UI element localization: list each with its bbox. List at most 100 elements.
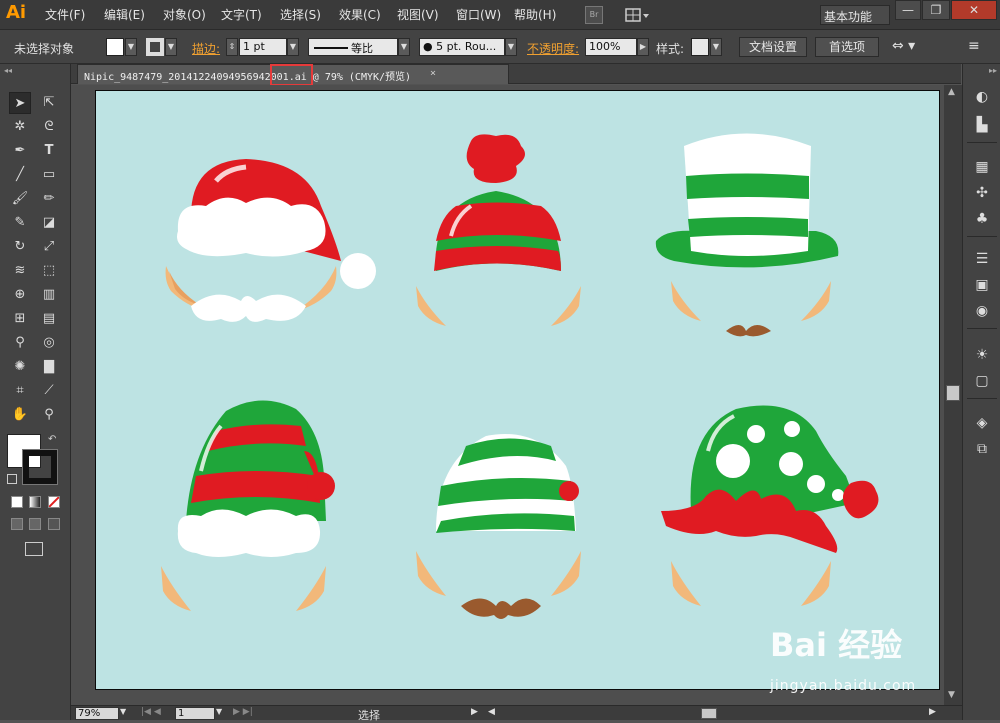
menu-view[interactable]: 视图(V)	[397, 6, 439, 23]
fill-swatch[interactable]	[106, 38, 124, 56]
rotate-icon[interactable]: ↻	[9, 236, 31, 258]
scale-icon[interactable]: ⤢	[38, 236, 60, 258]
perspective-grid-icon[interactable]: ▥	[38, 284, 60, 306]
menu-select[interactable]: 选择(S)	[280, 6, 321, 23]
gradient-icon[interactable]: ▤	[38, 308, 60, 330]
artboard-dropdown-icon[interactable]: ▼	[216, 707, 222, 716]
workspace-switcher[interactable]: 基本功能	[820, 5, 890, 25]
color-panel-icon[interactable]: ◐	[973, 88, 991, 106]
vertical-scroll-thumb[interactable]	[946, 385, 960, 401]
symbol-sprayer-icon[interactable]: ✺	[9, 356, 31, 378]
bridge-button[interactable]: Br	[585, 6, 603, 24]
gradient-mode-icon[interactable]	[29, 496, 41, 508]
direct-selection-icon[interactable]: ⇱	[38, 92, 60, 114]
status-menu-icon[interactable]: ▶	[471, 707, 478, 717]
transparency-icon[interactable]: ◉	[973, 302, 991, 320]
opacity-label[interactable]: 不透明度:	[527, 40, 579, 57]
color-guide-icon[interactable]: ▙	[973, 116, 991, 134]
stroke-swatch[interactable]	[146, 38, 164, 56]
blob-brush-icon[interactable]: ✎	[9, 212, 31, 234]
slice-icon[interactable]: ⟋	[38, 380, 60, 402]
profile-dropdown-icon[interactable]: ▼	[398, 38, 410, 56]
menu-effect[interactable]: 效果(C)	[339, 6, 381, 23]
magic-wand-icon[interactable]: ✲	[9, 116, 31, 138]
brush-definition-field[interactable]: ● 5 pt. Rou...	[419, 38, 505, 56]
scroll-up-icon[interactable]: ▲	[948, 87, 955, 97]
eyedropper-icon[interactable]: ⚲	[9, 332, 31, 354]
menu-object[interactable]: 对象(O)	[163, 6, 206, 23]
scroll-left-icon[interactable]: ◀	[488, 707, 495, 717]
pen-icon[interactable]: ✒	[9, 140, 31, 162]
menu-edit[interactable]: 编辑(E)	[104, 6, 145, 23]
expand-panels-icon[interactable]: ▸▸	[989, 66, 997, 75]
column-graph-icon[interactable]: ▇	[38, 356, 60, 378]
close-button[interactable]: ✕	[951, 0, 997, 20]
minimize-button[interactable]: —	[895, 0, 921, 20]
brush-dropdown-icon[interactable]: ▼	[505, 38, 517, 56]
collapse-tools-icon[interactable]: ◂◂	[4, 66, 12, 75]
symbols-icon[interactable]: ♣	[973, 210, 991, 228]
zoom-dropdown-icon[interactable]: ▼	[120, 707, 126, 716]
style-dropdown-icon[interactable]: ▼	[710, 38, 722, 56]
hand-icon[interactable]: ✋	[9, 404, 31, 426]
stroke-label[interactable]: 描边:	[192, 40, 220, 57]
next-artboard-icon[interactable]: ▶ ▶|	[233, 707, 253, 717]
draw-inside-icon[interactable]	[48, 518, 60, 530]
warp-icon[interactable]: ≋	[9, 260, 31, 282]
opacity-field[interactable]: 100%	[585, 38, 637, 56]
stroke-color-box[interactable]	[22, 449, 58, 485]
stroke-panel-icon[interactable]: ☰	[973, 250, 991, 268]
draw-normal-icon[interactable]	[11, 518, 23, 530]
artboard-number-field[interactable]: 1	[175, 707, 215, 720]
variable-width-profile[interactable]: 等比	[308, 38, 398, 56]
graphic-styles-icon[interactable]: ▢	[973, 372, 991, 390]
zoom-field[interactable]: 79%	[75, 707, 119, 720]
pencil-icon[interactable]: ✏	[38, 188, 60, 210]
blend-icon[interactable]: ◎	[38, 332, 60, 354]
horizontal-scroll-thumb[interactable]	[701, 708, 717, 719]
lasso-icon[interactable]: ᘓ	[38, 116, 60, 138]
stroke-weight-field[interactable]: 1 pt	[239, 38, 287, 56]
stroke-dropdown-icon[interactable]: ▼	[165, 38, 177, 56]
menu-file[interactable]: 文件(F)	[45, 6, 85, 23]
preferences-button[interactable]: 首选项	[815, 37, 879, 57]
brushes-icon[interactable]: ✣	[973, 184, 991, 202]
graphic-style-swatch[interactable]	[691, 38, 709, 56]
mesh-icon[interactable]: ⊞	[9, 308, 31, 330]
align-options-icon[interactable]: ⇔ ▾	[892, 38, 915, 54]
menu-help[interactable]: 帮助(H)	[514, 6, 556, 23]
rectangle-icon[interactable]: ▭	[38, 164, 60, 186]
document-setup-button[interactable]: 文档设置	[739, 37, 807, 57]
shape-builder-icon[interactable]: ⊕	[9, 284, 31, 306]
fill-dropdown-icon[interactable]: ▼	[125, 38, 137, 56]
eraser-icon[interactable]: ◪	[38, 212, 60, 234]
type-icon[interactable]: T	[38, 140, 60, 162]
swatches-icon[interactable]: ▦	[973, 158, 991, 176]
zoom-icon[interactable]: ⚲	[38, 404, 60, 426]
artboard-icon[interactable]: ⌗	[9, 380, 31, 402]
color-mode-icon[interactable]	[11, 496, 23, 508]
first-artboard-icon[interactable]: |◀ ◀	[141, 707, 161, 717]
menu-window[interactable]: 窗口(W)	[456, 6, 501, 23]
layers-icon[interactable]: ◈	[973, 414, 991, 432]
maximize-button[interactable]: ❐	[922, 0, 950, 20]
artboards-icon[interactable]: ⧉	[973, 440, 991, 458]
default-colors-icon[interactable]	[7, 474, 17, 484]
arrange-documents-button[interactable]	[624, 6, 650, 24]
menu-type[interactable]: 文字(T)	[221, 6, 262, 23]
stroke-stepper[interactable]: ⇕	[226, 38, 238, 56]
tab-close-icon[interactable]: ×	[430, 68, 436, 79]
line-icon[interactable]: ╱	[9, 164, 31, 186]
none-mode-icon[interactable]	[48, 496, 60, 508]
free-transform-icon[interactable]: ⬚	[38, 260, 60, 282]
screen-mode-icon[interactable]	[25, 542, 43, 556]
stroke-weight-dropdown-icon[interactable]: ▼	[287, 38, 299, 56]
opacity-dropdown-icon[interactable]: ▶	[637, 38, 649, 56]
appearance-icon[interactable]: ☀	[973, 346, 991, 364]
draw-behind-icon[interactable]	[29, 518, 41, 530]
control-panel-menu-icon[interactable]: ≡	[968, 38, 980, 54]
swap-colors-icon[interactable]: ↶	[48, 434, 56, 445]
selection-icon[interactable]: ➤	[9, 92, 31, 114]
gradient-panel-icon[interactable]: ▣	[973, 276, 991, 294]
paintbrush-icon[interactable]: 🖌	[9, 188, 31, 210]
